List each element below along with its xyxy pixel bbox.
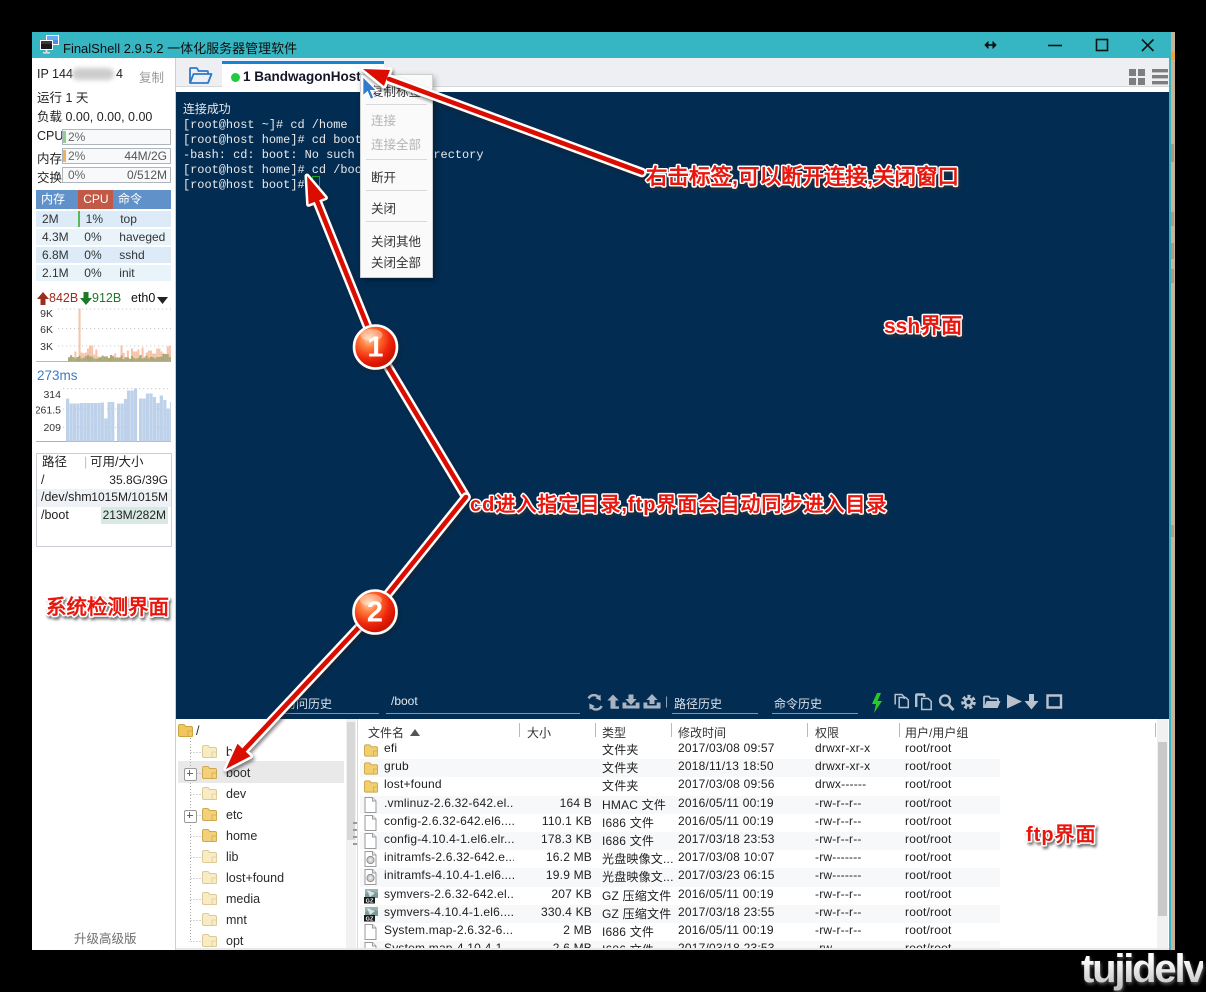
svg-text:6K: 6K bbox=[40, 324, 53, 336]
svg-text:261.5: 261.5 bbox=[36, 405, 61, 417]
svg-text:GZ: GZ bbox=[366, 898, 374, 904]
svg-text:3K: 3K bbox=[40, 341, 53, 353]
svg-text:314: 314 bbox=[43, 389, 61, 401]
svg-text:209: 209 bbox=[43, 422, 61, 434]
svg-text:GZ: GZ bbox=[366, 916, 374, 922]
svg-text:9K: 9K bbox=[40, 308, 53, 320]
